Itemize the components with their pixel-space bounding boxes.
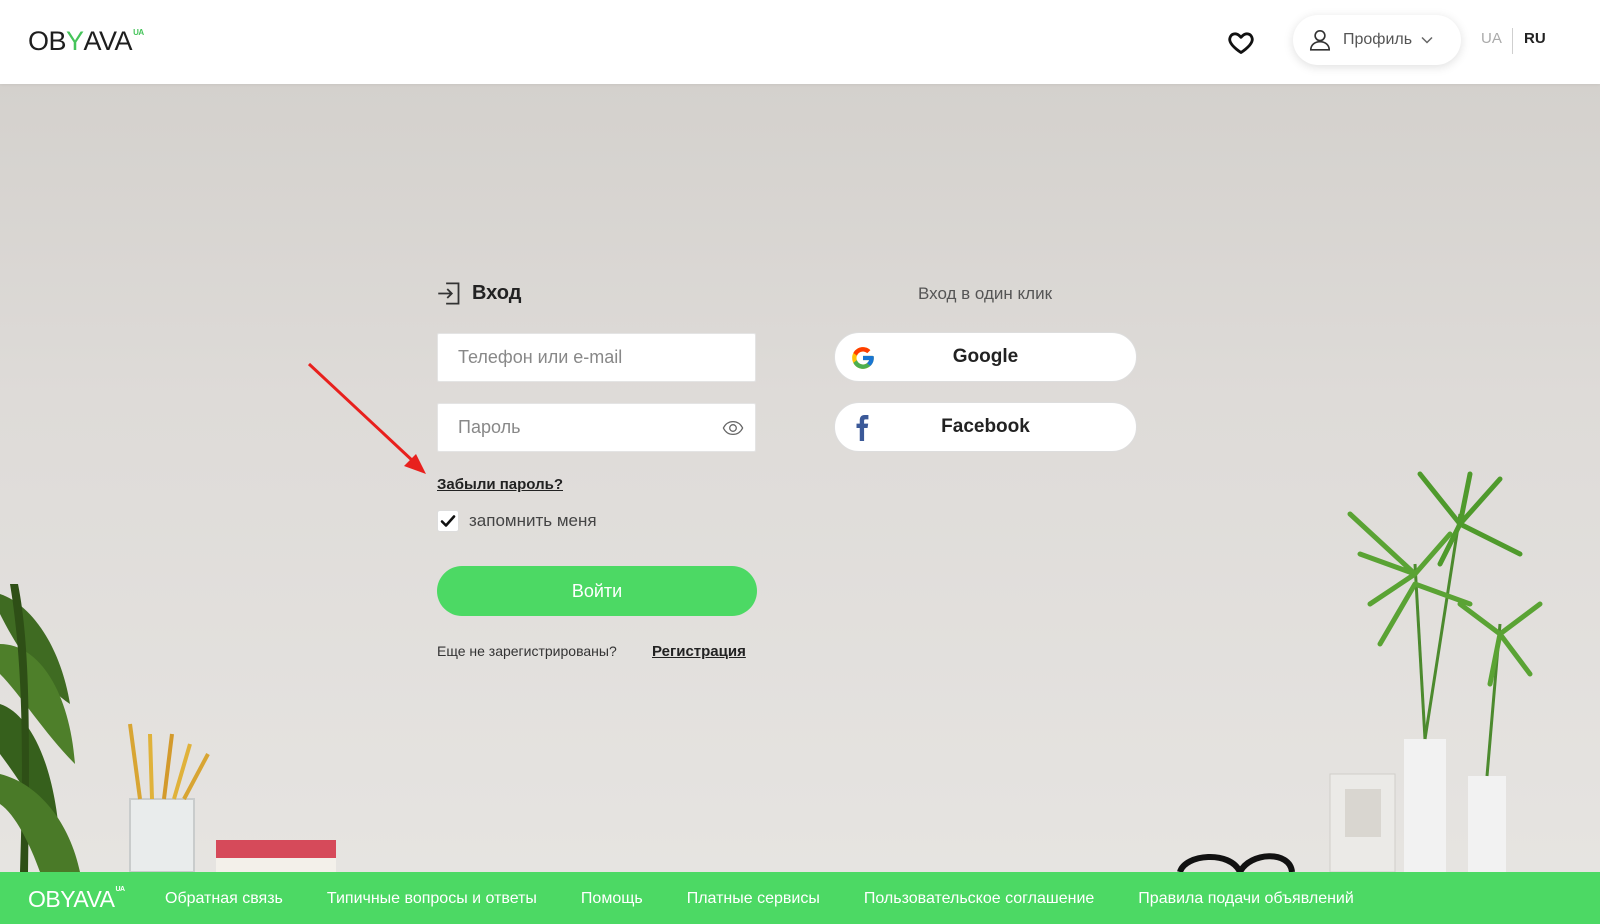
right-plant-decoration — [1329, 471, 1543, 872]
footer-logo[interactable]: OBYAVA UA — [28, 886, 125, 913]
background-scene — [0, 84, 1600, 872]
not-registered-text: Еще не зарегистрированы? — [437, 643, 617, 659]
login-title: Вход — [472, 282, 522, 304]
logo-text-end: AVA — [83, 26, 133, 56]
profile-label: Профиль — [1343, 31, 1413, 48]
facebook-login-button[interactable]: Facebook — [834, 402, 1137, 452]
glasses-decoration — [1177, 853, 1295, 872]
favorites-heart-icon[interactable] — [1226, 28, 1256, 56]
footer-logo-text: OBYAVA — [28, 886, 115, 912]
google-label: Google — [952, 346, 1019, 367]
footer-bar: OBYAVA UA Обратная связь Типичные вопросы… — [0, 872, 1600, 924]
annotation-arrow-icon — [307, 362, 426, 474]
remember-me-checkbox[interactable]: запомнить меня — [437, 510, 597, 532]
password-field[interactable] — [437, 403, 756, 452]
lang-divider — [1512, 28, 1513, 54]
book-decoration — [216, 840, 336, 872]
login-field[interactable] — [437, 333, 756, 382]
logo-country-badge: UA — [133, 28, 144, 37]
checkbox-box[interactable] — [437, 510, 459, 532]
footer-link-user-agreement[interactable]: Пользовательское соглашение — [864, 890, 1094, 908]
footer-link-paid-services[interactable]: Платные сервисы — [687, 890, 820, 908]
logo-text-y: Y — [66, 26, 84, 56]
register-link[interactable]: Регистрация — [652, 643, 746, 660]
login-enter-icon — [438, 282, 460, 305]
google-icon — [852, 347, 874, 369]
profile-dropdown[interactable]: Профиль — [1293, 15, 1461, 65]
show-password-eye-icon[interactable] — [721, 417, 745, 439]
pencil-cup-decoration — [128, 723, 210, 872]
left-plant-decoration — [0, 584, 80, 872]
facebook-icon — [856, 415, 869, 441]
remember-me-label: запомнить меня — [469, 511, 597, 530]
google-login-button[interactable]: Google — [834, 332, 1137, 382]
site-logo[interactable]: OB Y AVA UA — [28, 26, 144, 57]
top-header: OB Y AVA UA Профиль UA RU — [0, 0, 1600, 84]
logo-text-start: OB — [28, 26, 67, 56]
footer-logo-badge: UA — [115, 886, 125, 893]
facebook-label: Facebook — [941, 416, 1030, 437]
footer-links: Обратная связь Типичные вопросы и ответы… — [165, 890, 1398, 908]
checkmark-icon — [440, 515, 456, 527]
decor-illustration — [0, 471, 1543, 872]
password-input[interactable] — [458, 417, 708, 438]
login-heading: Вход — [436, 280, 521, 307]
chevron-down-icon — [1421, 36, 1433, 44]
lang-ua-link[interactable]: UA — [1481, 30, 1502, 47]
footer-link-ad-rules[interactable]: Правила подачи объявлений — [1138, 890, 1354, 908]
login-submit-button[interactable]: Войти — [437, 566, 757, 616]
footer-link-faq[interactable]: Типичные вопросы и ответы — [327, 890, 537, 908]
user-icon — [1309, 29, 1331, 51]
forgot-password-link[interactable]: Забыли пароль? — [437, 476, 563, 493]
one-click-login-title: Вход в один клик — [917, 284, 1053, 303]
phone-or-email-input[interactable] — [458, 347, 708, 368]
footer-link-feedback[interactable]: Обратная связь — [165, 890, 283, 908]
lang-ru-link[interactable]: RU — [1524, 30, 1546, 47]
footer-link-help[interactable]: Помощь — [581, 890, 643, 908]
